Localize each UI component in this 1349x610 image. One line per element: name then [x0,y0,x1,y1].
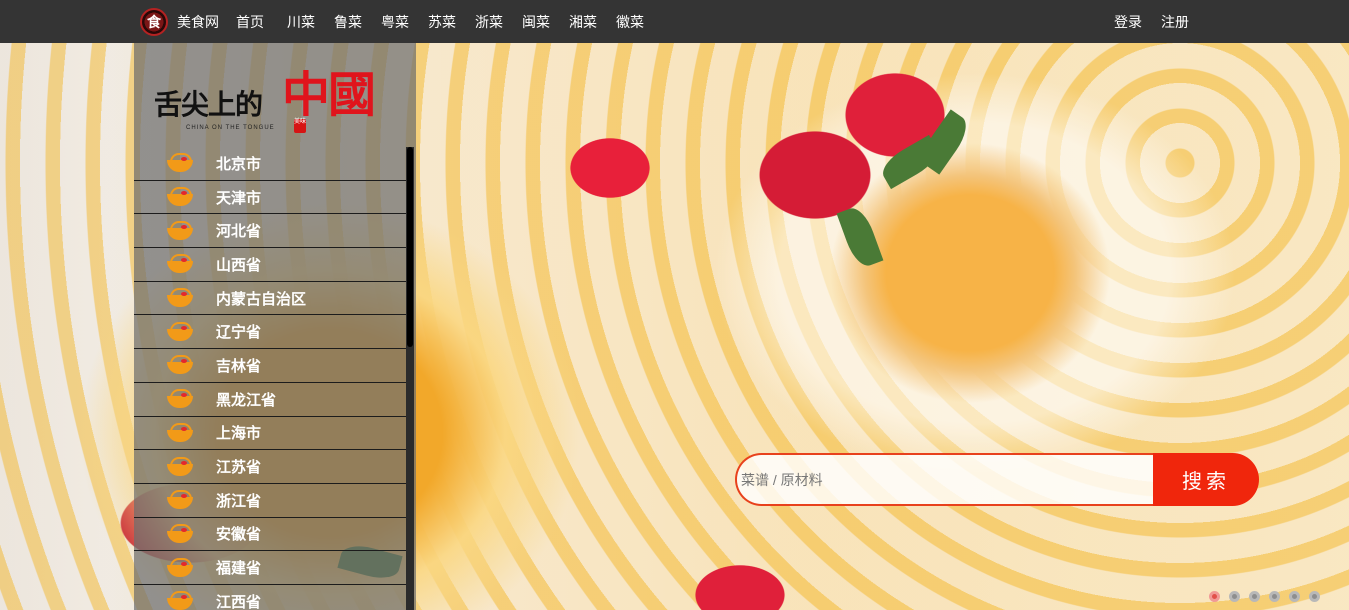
province-label: 山西省 [216,255,262,274]
bowl-icon [167,287,195,309]
province-item[interactable]: 内蒙古自治区 [134,282,406,316]
province-label: 辽宁省 [216,323,262,342]
province-label: 黑龙江省 [216,390,277,409]
nav-item-cantonese[interactable]: 粤菜 [381,12,409,32]
province-item[interactable]: 河北省 [134,214,406,249]
province-label: 福建省 [216,559,262,578]
province-item[interactable]: 辽宁省 [134,315,406,350]
province-label: 内蒙古自治区 [216,289,307,308]
logo-text-red: 中國 [282,67,376,123]
carousel-dot[interactable] [1209,591,1220,602]
brand-name[interactable]: 美食网 [177,12,219,32]
top-navigation-bar: 食 美食网 首页 川菜 鲁菜 粤菜 苏菜 浙菜 闽菜 湘菜 徽菜 登录 注册 [0,0,1349,43]
login-link[interactable]: 登录 [1114,12,1142,32]
bowl-icon [167,590,195,610]
nav-item-fujian[interactable]: 闽菜 [522,12,550,32]
nav-item-jiangsu[interactable]: 苏菜 [428,12,456,32]
brand-logo-char: 食 [147,15,161,31]
search-bar: 搜索 [735,453,1259,506]
province-label: 北京市 [216,154,262,173]
province-item[interactable]: 安徽省 [134,518,406,552]
bowl-icon [167,388,195,410]
bowl-icon [167,557,195,579]
bowl-icon [167,220,195,242]
nav-item-shandong[interactable]: 鲁菜 [334,12,362,32]
brand[interactable]: 食 美食网 [140,8,219,36]
bowl-icon [167,456,195,478]
province-label: 天津市 [216,188,262,207]
carousel-dot[interactable] [1229,591,1240,602]
carousel-dot[interactable] [1249,591,1260,602]
bowl-icon [167,354,195,376]
brand-logo-icon[interactable]: 食 [140,8,168,36]
province-item[interactable]: 福建省 [134,551,406,585]
bowl-icon [167,321,195,343]
nav-item-hunan[interactable]: 湘菜 [569,12,597,32]
province-label: 河北省 [216,222,262,241]
province-label: 上海市 [216,424,262,443]
province-label: 安徽省 [216,525,262,544]
scrollbar-thumb[interactable] [407,147,413,347]
nav-item-zhejiang[interactable]: 浙菜 [475,12,503,32]
province-label: 江西省 [216,592,262,610]
bowl-icon [167,152,195,174]
auth-links: 登录 注册 [1095,12,1189,32]
logo-subtitle: CHINA ON THE TONGUE [186,125,275,131]
search-button[interactable]: 搜索 [1153,453,1259,506]
province-label: 吉林省 [216,356,262,375]
logo-seal: 美味 [294,119,306,133]
site-logo: 舌尖上的 中國 CHINA ON THE TONGUE 美味 [154,53,399,138]
nav-item-home[interactable]: 首页 [236,12,264,32]
register-link[interactable]: 注册 [1161,12,1189,32]
carousel-dot[interactable] [1309,591,1320,602]
nav-item-sichuan[interactable]: 川菜 [287,12,315,32]
province-item[interactable]: 江西省 [134,585,406,610]
sidebar-scrollbar[interactable] [406,147,414,610]
province-list: 北京市 天津市 河北省 山西省 内蒙古自治区 辽宁省 吉林省 黑龙江省 上海市 … [134,147,406,610]
province-item[interactable]: 黑龙江省 [134,383,406,417]
bowl-icon [167,253,195,275]
province-item[interactable]: 天津市 [134,181,406,215]
carousel-dot[interactable] [1289,591,1300,602]
nav-item-anhui[interactable]: 徽菜 [616,12,644,32]
province-item[interactable]: 北京市 [134,147,406,181]
main-nav: 首页 川菜 鲁菜 粤菜 苏菜 浙菜 闽菜 湘菜 徽菜 [236,12,663,32]
province-label: 江苏省 [216,458,262,477]
province-sidebar: 舌尖上的 中國 CHINA ON THE TONGUE 美味 北京市 天津市 河… [134,43,416,610]
logo-text-black: 舌尖上的 [154,88,263,121]
province-item[interactable]: 吉林省 [134,349,406,383]
province-item[interactable]: 山西省 [134,248,406,282]
bowl-icon [167,489,195,511]
province-label: 浙江省 [216,491,262,510]
bowl-icon [167,422,195,444]
province-item[interactable]: 江苏省 [134,450,406,484]
bowl-icon [167,186,195,208]
mint-leaf-decoration [836,204,884,270]
bowl-icon [167,523,195,545]
carousel-dot[interactable] [1269,591,1280,602]
province-item[interactable]: 浙江省 [134,484,406,518]
search-input[interactable] [735,453,1165,506]
carousel-indicators [1209,591,1329,602]
province-item[interactable]: 上海市 [134,417,406,451]
